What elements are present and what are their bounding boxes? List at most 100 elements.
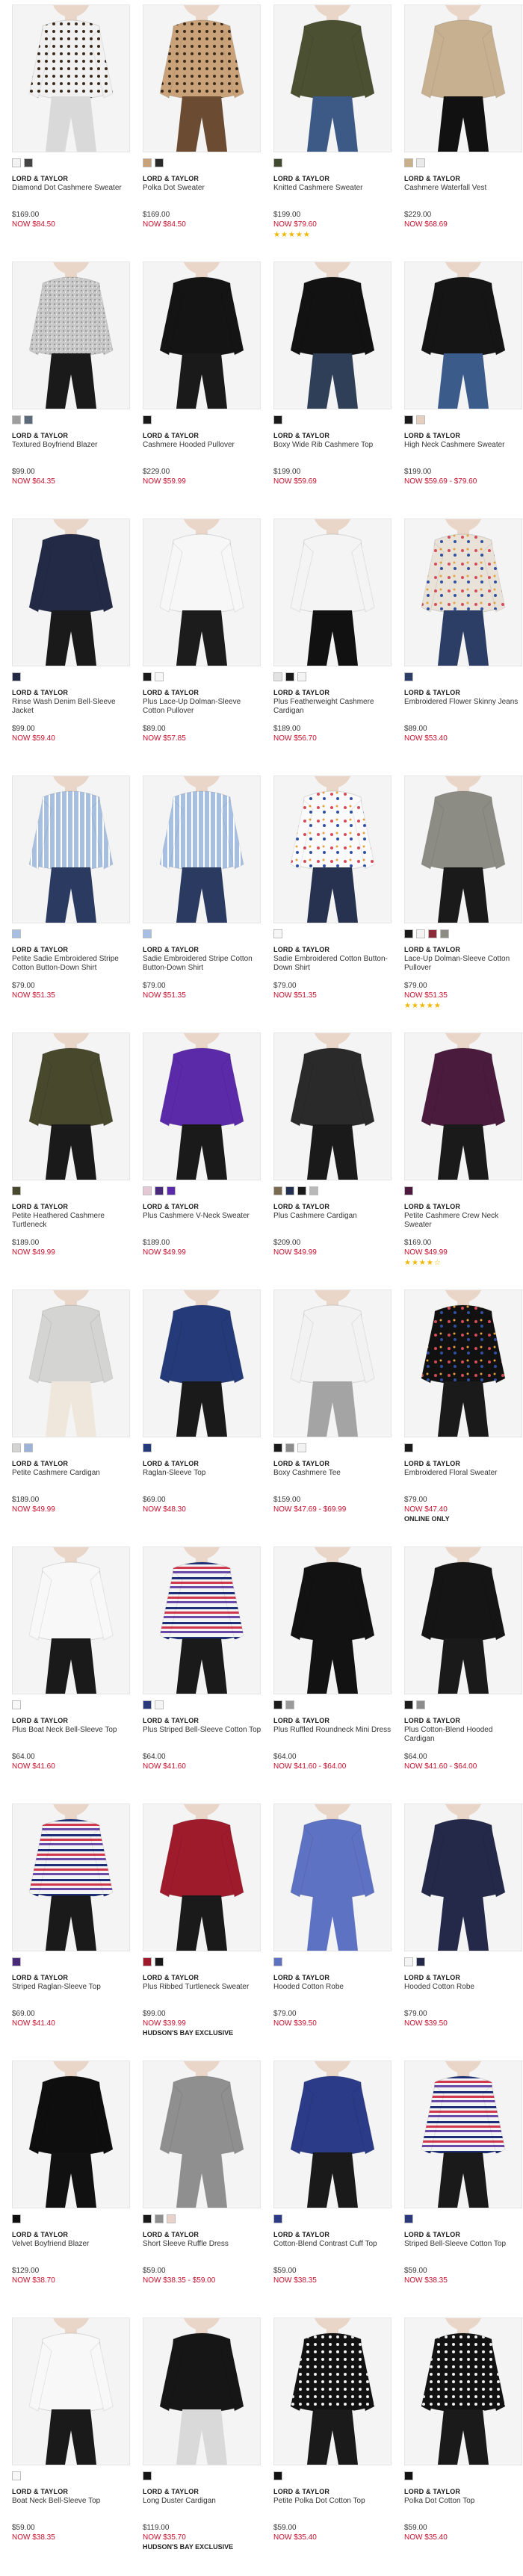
product-image[interactable]: [273, 2061, 392, 2208]
product-name-link[interactable]: High Neck Cashmere Sweater: [404, 441, 523, 450]
product-tile[interactable]: LORD & TAYLOR Raglan-Sleeve Top $69.00 NOW …: [138, 1285, 265, 1539]
color-swatch[interactable]: [404, 1957, 413, 1966]
product-image[interactable]: [143, 1032, 261, 1180]
color-swatch[interactable]: [273, 415, 282, 424]
product-image[interactable]: [273, 1546, 392, 1694]
product-image[interactable]: [273, 1032, 392, 1180]
product-image[interactable]: [12, 261, 130, 409]
product-image[interactable]: [12, 2061, 130, 2208]
product-tile[interactable]: LORD & TAYLOR Cashmere Hooded Pullover $22…: [138, 257, 265, 511]
product-name-link[interactable]: Boxy Wide Rib Cashmere Top: [273, 441, 393, 450]
color-swatch[interactable]: [143, 415, 152, 424]
color-swatch[interactable]: [143, 1443, 152, 1452]
color-swatch[interactable]: [404, 672, 413, 681]
product-tile[interactable]: LORD & TAYLOR Boxy Cashmere Tee $159.00 NOW…: [269, 1285, 396, 1539]
product-name-link[interactable]: Boxy Cashmere Tee: [273, 1469, 393, 1478]
product-name-link[interactable]: Rinse Wash Denim Bell-Sleeve Jacket: [12, 698, 131, 716]
product-name-link[interactable]: Embroidered Flower Skinny Jeans: [404, 698, 523, 707]
product-image[interactable]: [404, 775, 522, 923]
product-tile[interactable]: LORD & TAYLOR Long Duster Cardigan $119.00…: [138, 2313, 265, 2567]
product-name-link[interactable]: Petite Cashmere Crew Neck Sweater: [404, 1212, 523, 1230]
color-swatch[interactable]: [12, 1700, 21, 1709]
product-tile[interactable]: LORD & TAYLOR Petite Cashmere Crew Neck S…: [400, 1028, 523, 1282]
product-name-link[interactable]: Lace-Up Dolman-Sleeve Cotton Pullover: [404, 955, 523, 973]
color-swatch[interactable]: [273, 158, 282, 167]
color-swatch[interactable]: [273, 929, 282, 938]
product-name-link[interactable]: Hooded Cotton Robe: [273, 1983, 393, 1992]
color-swatch[interactable]: [273, 1700, 282, 1709]
product-image[interactable]: [12, 1032, 130, 1180]
product-tile[interactable]: LORD & TAYLOR Lace-Up Dolman-Sleeve Cotto…: [400, 771, 523, 1025]
product-name-link[interactable]: Petite Sadie Embroidered Stripe Cotton B…: [12, 955, 131, 973]
color-swatch[interactable]: [155, 2214, 164, 2223]
product-tile[interactable]: LORD & TAYLOR Polka Dot Cotton Top $59.00 N…: [400, 2313, 523, 2567]
product-image[interactable]: [404, 1546, 522, 1694]
product-tile[interactable]: LORD & TAYLOR Hooded Cotton Robe $79.00 NOW…: [269, 1799, 396, 2053]
color-swatch[interactable]: [155, 1700, 164, 1709]
product-tile[interactable]: LORD & TAYLOR Plus Cotton-Blend Hooded Ca…: [400, 1542, 523, 1796]
product-name-link[interactable]: Striped Raglan-Sleeve Top: [12, 1983, 131, 1992]
product-image[interactable]: [404, 2318, 522, 2465]
product-name-link[interactable]: Velvet Boyfriend Blazer: [12, 2240, 131, 2249]
product-image[interactable]: [273, 518, 392, 666]
color-swatch[interactable]: [416, 1700, 425, 1709]
product-name-link[interactable]: Cashmere Waterfall Vest: [404, 184, 523, 193]
product-tile[interactable]: LORD & TAYLOR Plus Striped Bell-Sleeve Co…: [138, 1542, 265, 1796]
color-swatch[interactable]: [309, 1186, 318, 1195]
product-image[interactable]: [143, 2318, 261, 2465]
color-swatch[interactable]: [428, 929, 437, 938]
product-tile[interactable]: LORD & TAYLOR Plus Ruffled Roundneck Mini…: [269, 1542, 396, 1796]
product-name-link[interactable]: Boat Neck Bell-Sleeve Top: [12, 2497, 131, 2506]
product-tile[interactable]: LORD & TAYLOR Petite Cashmere Cardigan $18…: [7, 1285, 134, 1539]
product-image[interactable]: [12, 2318, 130, 2465]
product-tile[interactable]: LORD & TAYLOR Petite Heathered Cashmere T…: [7, 1028, 134, 1282]
product-name-link[interactable]: Cotton-Blend Contrast Cuff Top: [273, 2240, 393, 2249]
product-image[interactable]: [273, 261, 392, 409]
product-tile[interactable]: LORD & TAYLOR Striped Bell-Sleeve Cotton …: [400, 2056, 523, 2310]
product-image[interactable]: [143, 775, 261, 923]
product-image[interactable]: [404, 1032, 522, 1180]
color-swatch[interactable]: [143, 929, 152, 938]
color-swatch[interactable]: [404, 1700, 413, 1709]
product-image[interactable]: [404, 1803, 522, 1951]
color-swatch[interactable]: [143, 158, 152, 167]
color-swatch[interactable]: [404, 2214, 413, 2223]
color-swatch[interactable]: [285, 1443, 294, 1452]
product-tile[interactable]: LORD & TAYLOR Striped Raglan-Sleeve Top $6…: [7, 1799, 134, 2053]
product-tile[interactable]: LORD & TAYLOR Boxy Wide Rib Cashmere Top $…: [269, 257, 396, 511]
product-tile[interactable]: LORD & TAYLOR Rinse Wash Denim Bell-Sleev…: [7, 514, 134, 768]
product-tile[interactable]: LORD & TAYLOR Textured Boyfriend Blazer $9…: [7, 257, 134, 511]
product-image[interactable]: [404, 1289, 522, 1437]
color-swatch[interactable]: [12, 672, 21, 681]
product-name-link[interactable]: Textured Boyfriend Blazer: [12, 441, 131, 450]
product-image[interactable]: [404, 2061, 522, 2208]
product-image[interactable]: [12, 518, 130, 666]
color-swatch[interactable]: [404, 158, 413, 167]
product-name-link[interactable]: Plus Striped Bell-Sleeve Cotton Top: [143, 1726, 262, 1735]
color-swatch[interactable]: [155, 158, 164, 167]
product-image[interactable]: [143, 1546, 261, 1694]
product-tile[interactable]: LORD & TAYLOR Plus Ribbed Turtleneck Swea…: [138, 1799, 265, 2053]
product-name-link[interactable]: Diamond Dot Cashmere Sweater: [12, 184, 131, 193]
product-tile[interactable]: LORD & TAYLOR Boat Neck Bell-Sleeve Top $5…: [7, 2313, 134, 2567]
product-image[interactable]: [273, 4, 392, 152]
product-tile[interactable]: LORD & TAYLOR Cotton-Blend Contrast Cuff …: [269, 2056, 396, 2310]
color-swatch[interactable]: [12, 2471, 21, 2480]
product-image[interactable]: [143, 4, 261, 152]
color-swatch[interactable]: [273, 2214, 282, 2223]
product-name-link[interactable]: Striped Bell-Sleeve Cotton Top: [404, 2240, 523, 2249]
color-swatch[interactable]: [404, 1186, 413, 1195]
product-name-link[interactable]: Petite Polka Dot Cotton Top: [273, 2497, 393, 2506]
product-image[interactable]: [12, 1546, 130, 1694]
product-name-link[interactable]: Plus Cashmere Cardigan: [273, 1212, 393, 1221]
color-swatch[interactable]: [12, 929, 21, 938]
product-name-link[interactable]: Polka Dot Cotton Top: [404, 2497, 523, 2506]
product-tile[interactable]: LORD & TAYLOR Diamond Dot Cashmere Sweate…: [7, 0, 134, 254]
color-swatch[interactable]: [285, 1700, 294, 1709]
product-tile[interactable]: LORD & TAYLOR Hooded Cotton Robe $79.00 NOW…: [400, 1799, 523, 2053]
color-swatch[interactable]: [285, 672, 294, 681]
color-swatch[interactable]: [273, 1186, 282, 1195]
product-tile[interactable]: LORD & TAYLOR Petite Polka Dot Cotton Top…: [269, 2313, 396, 2567]
product-image[interactable]: [143, 1289, 261, 1437]
product-tile[interactable]: LORD & TAYLOR Velvet Boyfriend Blazer $129…: [7, 2056, 134, 2310]
